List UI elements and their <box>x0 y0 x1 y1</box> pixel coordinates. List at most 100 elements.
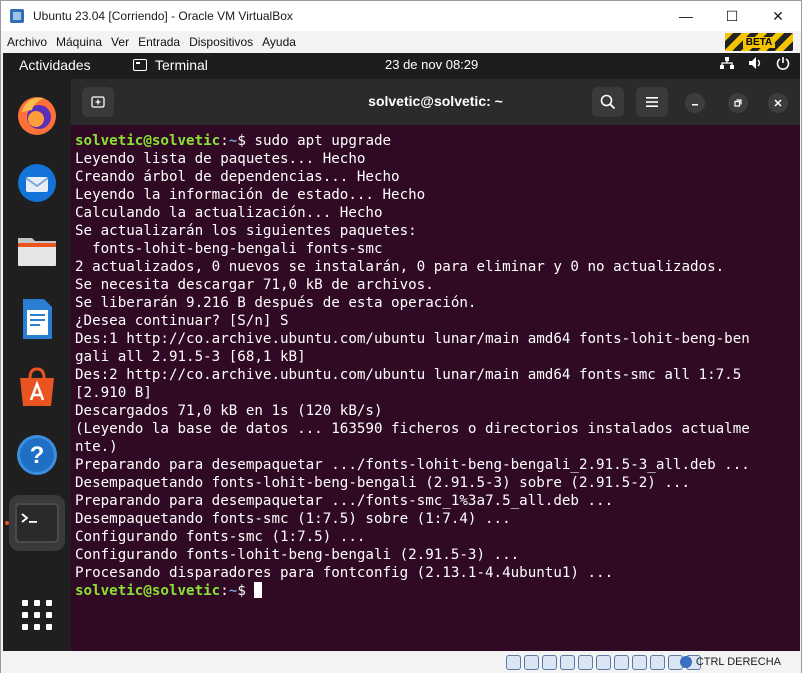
video-capture-icon[interactable] <box>632 655 647 670</box>
virtualbox-icon <box>10 9 24 23</box>
menu-ayuda[interactable]: Ayuda <box>262 35 296 49</box>
maximize-button[interactable]: ☐ <box>709 1 755 31</box>
usb-icon[interactable] <box>578 655 593 670</box>
output-line: Procesando disparadores para fontconfig … <box>75 565 614 581</box>
host-key-indicator: CTRL DERECHA <box>679 656 781 668</box>
host-key-label: CTRL DERECHA <box>695 656 781 668</box>
output-line: Creando árbol de dependencias... Hecho <box>75 169 400 185</box>
minimize-terminal-button[interactable] <box>685 93 705 113</box>
app-menu-label: Terminal <box>155 57 208 73</box>
dock-terminal[interactable] <box>9 495 65 551</box>
prompt-separator: : <box>220 583 229 599</box>
dock-help[interactable]: ? <box>9 427 65 483</box>
dock: ? <box>3 79 71 651</box>
menu-ver[interactable]: Ver <box>111 35 129 49</box>
search-icon <box>600 94 616 110</box>
cpu-icon[interactable] <box>650 655 665 670</box>
menu-bar: Archivo Máquina Ver Entrada Dispositivos… <box>1 31 801 53</box>
output-line: Preparando para desempaquetar .../fonts-… <box>75 493 614 509</box>
status-bar: CTRL DERECHA <box>1 652 801 673</box>
terminal-small-icon <box>133 59 147 71</box>
activities-button[interactable]: Actividades <box>19 57 91 73</box>
prompt-symbol: $ <box>237 133 255 149</box>
command-text: sudo apt upgrade <box>254 133 392 149</box>
hamburger-icon <box>646 97 658 107</box>
close-icon <box>774 99 782 107</box>
output-line: Descargados 71,0 kB en 1s (120 kB/s) <box>75 403 383 419</box>
prompt-symbol: $ <box>237 583 255 599</box>
output-line: Se liberarán 9.216 B después de esta ope… <box>75 295 477 311</box>
dock-firefox[interactable] <box>9 87 65 143</box>
menu-entrada[interactable]: Entrada <box>138 35 180 49</box>
firefox-icon <box>18 97 56 135</box>
audio-icon[interactable] <box>542 655 557 670</box>
prompt-separator: : <box>220 133 229 149</box>
optical-drive-icon[interactable] <box>524 655 539 670</box>
menu-maquina[interactable]: Máquina <box>56 35 102 49</box>
restore-icon <box>734 99 742 107</box>
hard-disk-icon[interactable] <box>506 655 521 670</box>
files-icon <box>18 238 56 266</box>
close-terminal-button[interactable] <box>768 93 788 113</box>
output-line: Se necesita descargar 71,0 kB de archivo… <box>75 277 434 293</box>
prompt-user: solvetic@solvetic <box>75 583 221 599</box>
output-line: Desempaquetando fonts-smc (1:7.5) sobre … <box>75 511 511 527</box>
menu-dispositivos[interactable]: Dispositivos <box>189 35 253 49</box>
beta-badge: BETA <box>725 33 793 51</box>
output-line: fonts-lohit-beng-bengali fonts-smc <box>75 241 383 257</box>
terminal-window[interactable]: solvetic@solvetic: ~ solvetic@solvetic:~… <box>71 79 800 651</box>
terminal-icon <box>15 503 59 543</box>
running-indicator <box>5 521 9 525</box>
window-title: Ubuntu 23.04 [Corriendo] - Oracle VM Vir… <box>33 9 293 23</box>
restore-terminal-button[interactable] <box>728 93 748 113</box>
output-line: Des:1 http://co.archive.ubuntu.com/ubunt… <box>75 331 750 347</box>
network-adapter-icon[interactable] <box>560 655 575 670</box>
power-icon <box>776 57 790 70</box>
output-line: Calculando la actualización... Hecho <box>75 205 383 221</box>
menu-archivo[interactable]: Archivo <box>7 35 47 49</box>
output-line: 2 actualizados, 0 nuevos se instalarán, … <box>75 259 725 275</box>
device-icons <box>506 655 701 670</box>
clock[interactable]: 23 de nov 08:29 <box>385 57 478 72</box>
title-bar[interactable]: Ubuntu 23.04 [Corriendo] - Oracle VM Vir… <box>1 1 801 31</box>
gnome-top-bar: Actividades Terminal 23 de nov 08:29 <box>3 53 800 79</box>
network-icon <box>720 57 734 69</box>
output-line: ¿Desea continuar? [S/n] S <box>75 313 289 329</box>
volume-icon <box>749 57 761 69</box>
prompt-user: solvetic@solvetic <box>75 133 221 149</box>
terminal-cursor <box>254 582 263 598</box>
dock-show-apps[interactable] <box>9 587 65 643</box>
svg-text:?: ? <box>30 442 45 469</box>
output-line: gali all 2.91.5-3 [68,1 kB] <box>75 349 306 365</box>
virtualbox-window: Ubuntu 23.04 [Corriendo] - Oracle VM Vir… <box>0 0 802 673</box>
app-menu[interactable]: Terminal <box>133 57 208 73</box>
terminal-header-bar[interactable]: solvetic@solvetic: ~ <box>71 79 800 125</box>
display-icon[interactable] <box>614 655 629 670</box>
output-line: Desempaquetando fonts-lohit-beng-bengali… <box>75 475 690 491</box>
output-line: [2.910 B] <box>75 385 152 401</box>
minimize-icon <box>692 104 698 106</box>
output-line: Leyendo lista de paquetes... Hecho <box>75 151 366 167</box>
menu-button[interactable] <box>636 87 668 117</box>
terminal-output[interactable]: solvetic@solvetic:~$ sudo apt upgrade Ley… <box>75 132 795 600</box>
output-line: Se actualizarán los siguientes paquetes: <box>75 223 417 239</box>
app-center-icon <box>20 367 54 406</box>
minimize-button[interactable]: — <box>663 1 709 31</box>
output-line: Configurando fonts-smc (1:7.5) ... <box>75 529 366 545</box>
dock-writer[interactable] <box>9 291 65 347</box>
beta-label: BETA <box>742 36 776 48</box>
shared-folder-icon[interactable] <box>596 655 611 670</box>
prompt-line: solvetic@solvetic:~$ <box>75 582 795 600</box>
output-line: Des:2 http://co.archive.ubuntu.com/ubunt… <box>75 367 742 383</box>
output-line: Configurando fonts-lohit-beng-bengali (2… <box>75 547 520 563</box>
dock-app-center[interactable] <box>9 359 65 415</box>
prompt-line: solvetic@solvetic:~$ sudo apt upgrade <box>75 132 795 150</box>
dock-thunderbird[interactable] <box>9 155 65 211</box>
help-icon: ? <box>17 435 57 475</box>
system-menu[interactable] <box>720 56 790 70</box>
guest-screen[interactable]: Actividades Terminal 23 de nov 08:29 ? s… <box>3 53 800 651</box>
output-line: (Leyendo la base de datos ... 163590 fic… <box>75 421 750 437</box>
dock-files[interactable] <box>9 223 65 279</box>
search-button[interactable] <box>592 87 624 117</box>
close-button[interactable]: ✕ <box>755 1 801 31</box>
